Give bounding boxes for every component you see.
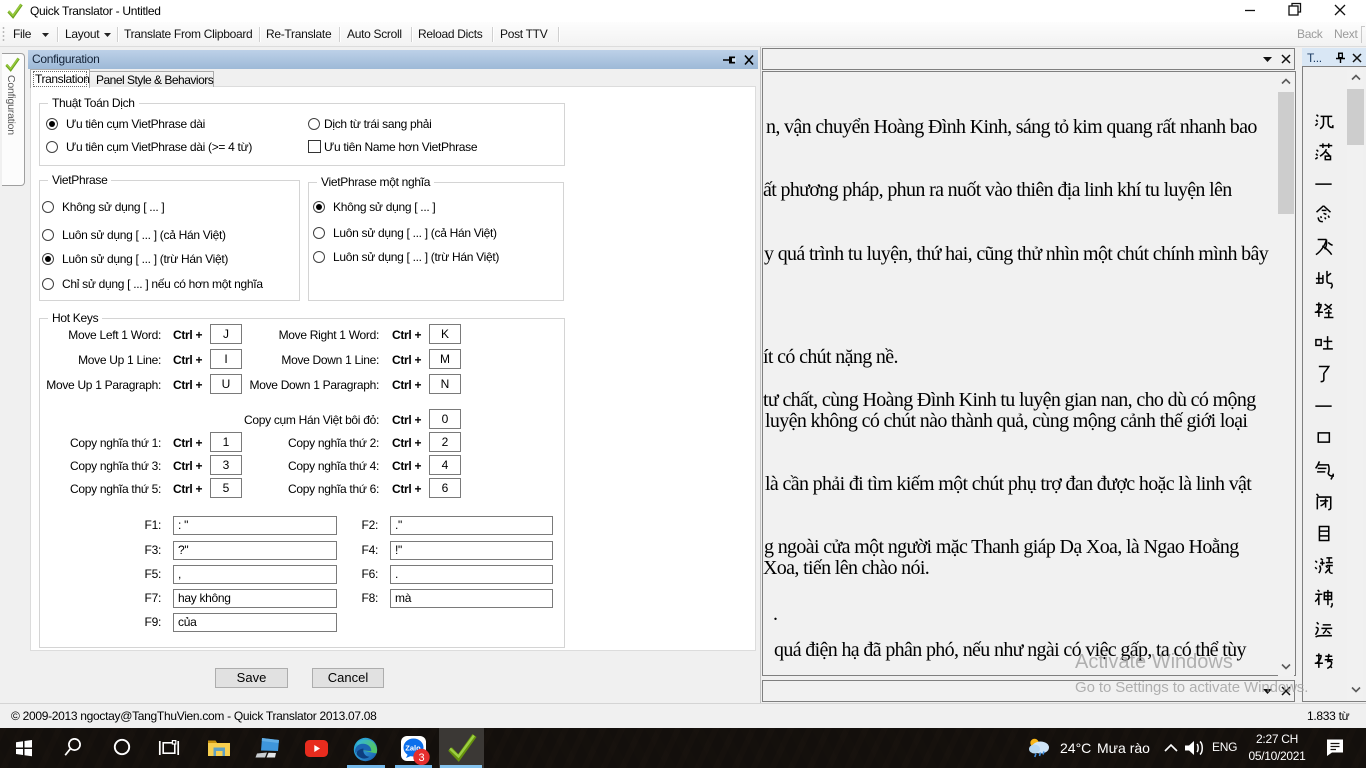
svg-text:3: 3 (418, 752, 424, 764)
